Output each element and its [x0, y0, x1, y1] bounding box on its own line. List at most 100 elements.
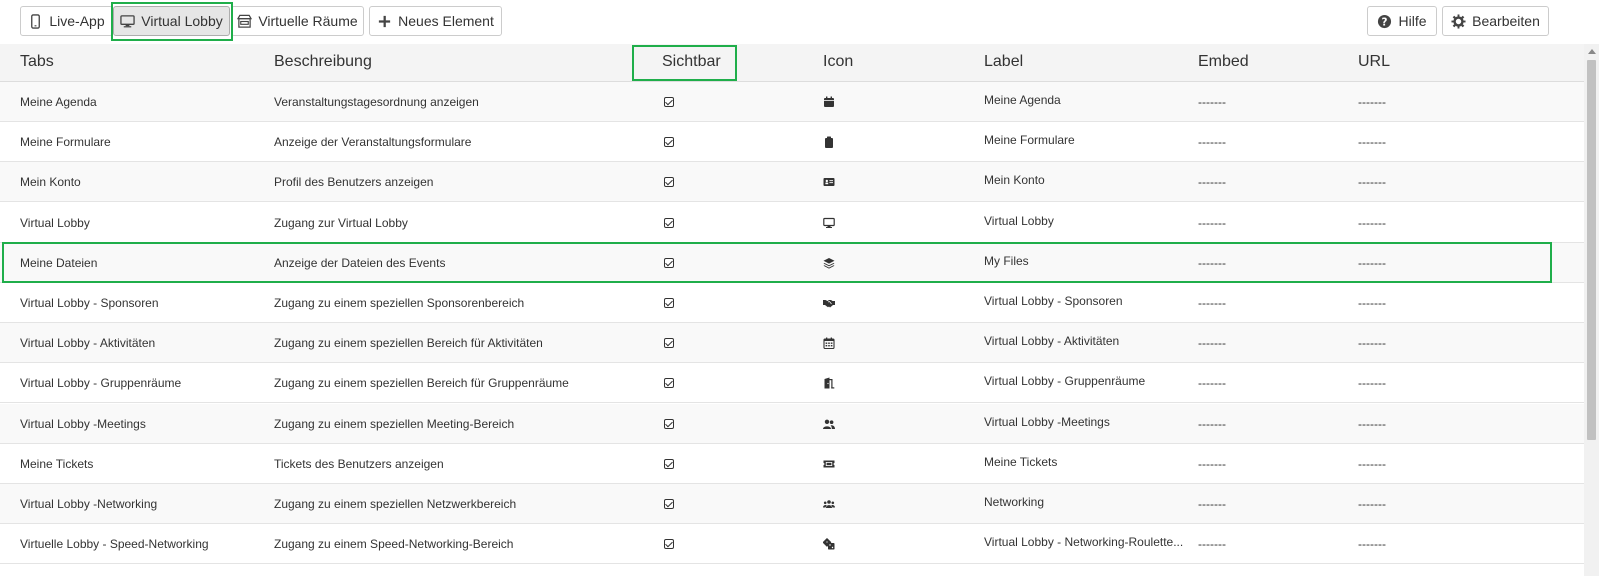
table-row[interactable]: Virtual Lobby Zugang zur Virtual Lobby Vir…: [0, 202, 1584, 243]
virtual-lobby-button[interactable]: Virtual Lobby: [113, 6, 230, 36]
table-row[interactable]: Meine Formulare Anzeige der Veranstaltung…: [0, 122, 1584, 163]
live-app-label: Live-App: [49, 13, 105, 29]
cell-label: Virtual Lobby - Aktivitäten: [984, 334, 1120, 349]
cell-icon: [823, 162, 835, 202]
mobile-icon: [28, 13, 43, 29]
cell-description: Anzeige der Veranstaltungsformulare: [274, 135, 472, 150]
cell-url: -------: [1358, 135, 1386, 150]
table-row[interactable]: Virtual Lobby -Networking Zugang zu einem…: [0, 484, 1584, 524]
door-open-icon: [823, 377, 835, 389]
cell-url: -------: [1358, 175, 1386, 190]
scroll-up-arrow-icon[interactable]: [1584, 44, 1599, 59]
header-beschreibung[interactable]: Beschreibung: [274, 44, 372, 82]
cell-embed: -------: [1198, 255, 1226, 270]
visible-checkbox[interactable]: [664, 137, 674, 148]
table-row[interactable]: Mein Konto Profil des Benutzers anzeigen M…: [0, 162, 1584, 203]
cell-description: Zugang zu einem speziellen Meeting-Berei…: [274, 416, 515, 431]
user-friends-icon: [823, 418, 835, 430]
hilfe-button[interactable]: ? Hilfe: [1367, 6, 1437, 36]
cell-embed: -------: [1198, 296, 1226, 310]
cell-url: -------: [1358, 416, 1386, 431]
visible-checkbox[interactable]: [664, 418, 674, 429]
table-row[interactable]: Meine Dateien Anzeige der Dateien des Eve…: [0, 242, 1584, 283]
cell-tab: Virtual Lobby - Gruppenräume: [20, 376, 182, 391]
cell-embed: -------: [1198, 537, 1226, 552]
bearbeiten-button[interactable]: Bearbeiten: [1442, 6, 1549, 36]
cell-description: Tickets des Benutzers anzeigen: [274, 456, 444, 471]
visible-checkbox[interactable]: [664, 458, 674, 469]
ticket-icon: [823, 458, 835, 470]
toolbar: Live-App Virtual Lobby Virtuelle Räume N…: [0, 0, 1599, 44]
cell-tab: Meine Dateien: [20, 255, 98, 270]
header-url[interactable]: URL: [1358, 44, 1390, 82]
cell-tab: Virtuelle Lobby - Speed-Networking: [20, 537, 209, 552]
cell-icon: [823, 404, 835, 444]
cell-url: -------: [1358, 497, 1386, 511]
layers-icon: [823, 257, 835, 269]
cell-embed: -------: [1198, 376, 1226, 391]
cell-icon: [823, 122, 835, 162]
cell-url: -------: [1358, 255, 1386, 270]
cell-tab: Meine Agenda: [20, 95, 97, 109]
table-row[interactable]: Meine Agenda Veranstaltungstagesordnung a…: [0, 82, 1584, 122]
neues-element-button[interactable]: Neues Element: [369, 6, 502, 36]
scroll-thumb[interactable]: [1587, 60, 1596, 440]
plus-icon: [377, 14, 392, 29]
visible-checkbox[interactable]: [664, 539, 674, 550]
cell-icon: [823, 524, 835, 564]
cell-visible: [664, 243, 674, 283]
header-label[interactable]: Label: [984, 44, 1023, 82]
live-app-button[interactable]: Live-App: [20, 6, 113, 36]
cell-icon: [823, 484, 835, 524]
cell-icon: [823, 82, 835, 122]
cell-visible: [664, 203, 674, 243]
cell-label: Virtual Lobby: [984, 213, 1054, 228]
visible-checkbox[interactable]: [664, 338, 674, 349]
virtuelle-raeume-label: Virtuelle Räume: [258, 13, 358, 29]
visible-checkbox[interactable]: [664, 257, 674, 268]
cell-description: Zugang zu einem Speed-Networking-Bereich: [274, 537, 514, 552]
cell-label: Networking: [984, 495, 1045, 509]
visible-checkbox[interactable]: [664, 177, 674, 188]
visible-checkbox[interactable]: [664, 499, 674, 509]
cell-tab: Virtual Lobby -Networking: [20, 497, 158, 511]
visible-checkbox[interactable]: [664, 378, 674, 389]
cell-description: Zugang zu einem speziellen Bereich für A…: [274, 336, 543, 351]
header-embed[interactable]: Embed: [1198, 44, 1249, 82]
cell-url: -------: [1358, 215, 1386, 230]
table-row[interactable]: Virtual Lobby -Meetings Zugang zu einem s…: [0, 403, 1584, 444]
table-row[interactable]: Meine Tickets Tickets des Benutzers anzei…: [0, 443, 1584, 484]
cell-visible: [664, 162, 674, 202]
calendar-icon: [823, 96, 835, 108]
cell-icon: [823, 323, 835, 363]
cell-visible: [664, 444, 674, 484]
cell-icon: [823, 444, 835, 484]
cell-description: Veranstaltungstagesordnung anzeigen: [274, 95, 479, 109]
clipboard-icon: [823, 136, 835, 149]
table-row[interactable]: Virtual Lobby - Sponsoren Zugang zu einem…: [0, 283, 1584, 323]
table-row[interactable]: Virtual Lobby - Gruppenräume Zugang zu ei…: [0, 363, 1584, 404]
header-tabs[interactable]: Tabs: [20, 44, 54, 82]
cell-icon: [823, 243, 835, 283]
table-row[interactable]: Virtuelle Lobby - Speed-Networking Zugang…: [0, 524, 1584, 565]
hilfe-label: Hilfe: [1398, 13, 1427, 29]
table-row[interactable]: Virtual Lobby - Aktivitäten Zugang zu ein…: [0, 323, 1584, 364]
header-icon[interactable]: Icon: [823, 44, 853, 82]
visible-checkbox[interactable]: [664, 298, 674, 308]
cell-visible: [664, 82, 674, 122]
header-sichtbar[interactable]: Sichtbar: [662, 44, 721, 82]
cell-label: My Files: [984, 253, 1029, 268]
cell-description: Zugang zu einem speziellen Netzwerkberei…: [274, 497, 517, 511]
cell-label: Mein Konto: [984, 173, 1045, 188]
vertical-scrollbar[interactable]: [1584, 44, 1599, 576]
visible-checkbox[interactable]: [664, 97, 674, 107]
cell-icon: [823, 283, 835, 323]
cell-url: -------: [1358, 296, 1386, 310]
visible-checkbox[interactable]: [664, 217, 674, 228]
cell-tab: Virtual Lobby -Meetings: [20, 416, 146, 431]
cell-url: -------: [1358, 537, 1386, 552]
virtuelle-raeume-button[interactable]: Virtuelle Räume: [231, 6, 364, 36]
calendar-grid-icon: [823, 337, 835, 350]
cell-icon: [823, 363, 835, 403]
cell-visible: [664, 363, 674, 403]
